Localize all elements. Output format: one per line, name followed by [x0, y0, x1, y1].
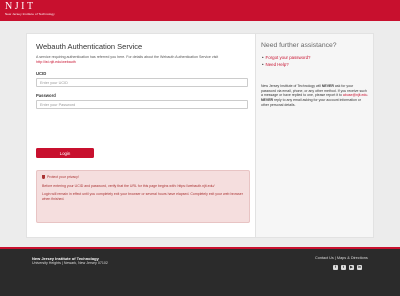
abuse-email-link[interactable]: abuse@njit.edu: [343, 93, 367, 97]
login-button[interactable]: Login: [36, 148, 94, 158]
footer-separator: |: [334, 256, 336, 260]
help-sidebar: Need further assistance? Forgot your pas…: [256, 33, 374, 238]
logo-subtitle: New Jersey Institute of Technology: [5, 12, 55, 16]
alert-session-notice: Login will remain in effect until you co…: [42, 192, 243, 201]
page-title: Webauth Authentication Service: [36, 42, 143, 51]
webauth-info-link[interactable]: http://ist.njit.edu/webauth: [36, 60, 76, 64]
alert-heading: Protect your privacy!: [42, 175, 244, 180]
footer-address: University Heights | Newark, New Jersey …: [32, 261, 108, 265]
notice-never: NEVER: [321, 84, 334, 88]
login-panel: Webauth Authentication Service A service…: [26, 33, 256, 238]
privacy-alert: Protect your privacy! Before entering yo…: [36, 170, 250, 223]
notice-never: NEVER: [261, 98, 274, 103]
top-bar: NJIT New Jersey Institute of Technology: [0, 0, 400, 21]
alert-heading-text: Protect your privacy!: [47, 175, 79, 179]
security-notice: New Jersey Institute of Technology will …: [261, 84, 369, 108]
footer-links: Contact Us | Maps & Directions: [315, 256, 368, 260]
ucid-label: UCID: [36, 71, 47, 76]
help-links: Forgot your password? Need Help?: [266, 55, 311, 69]
ucid-input[interactable]: [36, 78, 248, 87]
alert-url-notice: Before entering your UCID and password, …: [42, 183, 215, 188]
need-help-link[interactable]: Need Help?: [266, 62, 310, 69]
contact-us-link[interactable]: Contact Us: [315, 256, 334, 260]
password-input[interactable]: [36, 100, 248, 109]
footer-accent-line: [0, 247, 400, 249]
intro-body: A service requiring authentication has r…: [36, 55, 219, 59]
linkedin-icon[interactable]: in: [357, 265, 362, 270]
notice-text: .: [367, 93, 369, 98]
footer: New Jersey Institute of Technology Unive…: [0, 247, 400, 296]
shield-icon: [42, 175, 45, 179]
njit-logo[interactable]: NJIT New Jersey Institute of Technology: [5, 1, 55, 17]
twitter-icon[interactable]: t: [341, 265, 346, 270]
notice-text: New Jersey Institute of Technology will: [261, 84, 321, 88]
intro-text: A service requiring authentication has r…: [36, 55, 251, 65]
password-label: Password: [36, 93, 56, 98]
maps-directions-link[interactable]: Maps & Directions: [337, 256, 368, 260]
notice-text: reply to any email asking for your accou…: [261, 98, 362, 107]
facebook-icon[interactable]: f: [333, 265, 338, 270]
sidebar-title: Need further assistance?: [261, 42, 337, 49]
social-links: f t ▶ in: [333, 265, 362, 270]
youtube-icon[interactable]: ▶: [349, 265, 354, 270]
logo-wordmark: NJIT: [5, 1, 36, 12]
forgot-password-link[interactable]: Forgot your password?: [266, 55, 311, 62]
